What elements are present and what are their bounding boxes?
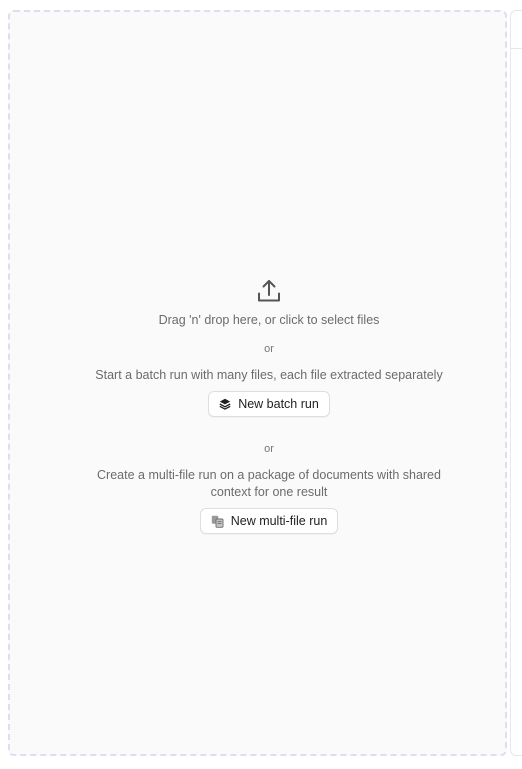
file-dropzone[interactable]: Drag 'n' drop here, or click to select f… (8, 10, 507, 756)
multi-file-run-description: Create a multi-file run on a package of … (97, 468, 441, 499)
dropzone-content: Drag 'n' drop here, or click to select f… (10, 278, 522, 534)
new-multi-file-run-button[interactable]: New multi-file run (199, 508, 339, 534)
drag-drop-text: Drag 'n' drop here, or click to select f… (158, 313, 380, 327)
stack-icon (219, 398, 231, 410)
or-separator-2: or (264, 443, 274, 455)
page: Drag 'n' drop here, or click to select f… (0, 0, 522, 769)
upload-icon (258, 280, 280, 302)
side-panel-divider (511, 48, 522, 49)
files-icon (211, 515, 224, 528)
new-batch-run-button[interactable]: New batch run (208, 391, 330, 417)
batch-run-description: Start a batch run with many files, each … (95, 368, 443, 382)
new-multi-file-run-label: New multi-file run (230, 514, 328, 528)
or-separator-1: or (264, 343, 274, 355)
side-panel-edge (510, 10, 522, 756)
new-batch-run-label: New batch run (238, 397, 319, 411)
